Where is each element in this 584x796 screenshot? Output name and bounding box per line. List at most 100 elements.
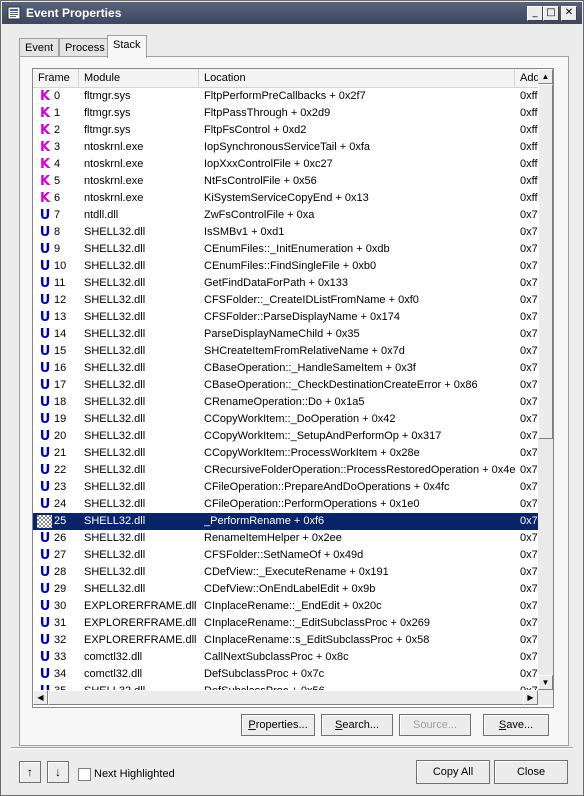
app-icon (7, 6, 21, 20)
frame-location: CDefView::_ExecuteRename + 0x191 (204, 566, 389, 578)
frame-module: EXPLORERFRAME.dll (84, 600, 197, 612)
stack-frame-row[interactable]: K 1 fltmgr.sys FltpPassThrough + 0x2d9 0xff (33, 105, 538, 122)
stack-frame-row[interactable]: U 15 SHELL32.dll SHCreateItemFromRelativeNa… (33, 343, 538, 360)
footer-separator (11, 747, 573, 749)
minimize-button[interactable]: _ (527, 6, 543, 21)
frame-address: 0xff (520, 192, 538, 204)
save-button[interactable]: Save... (483, 714, 549, 736)
stack-frame-row[interactable]: U 8 SHELL32.dll IsSMBv1 + 0xd1 0x7 (33, 224, 538, 241)
scroll-left-arrow[interactable]: ◀ (33, 690, 48, 705)
frame-number: 9 (54, 243, 61, 255)
event-properties-window: Event Properties _ □ ✕ Event Process Sta… (0, 0, 584, 796)
source-button[interactable]: Source... (399, 714, 471, 736)
frame-module: SHELL32.dll (84, 413, 146, 425)
title-bar[interactable]: Event Properties _ □ ✕ (2, 2, 582, 24)
stack-frame-row[interactable]: U 9 SHELL32.dll CEnumFiles::_InitEnumeratio… (33, 241, 538, 258)
stack-frame-row[interactable]: K 5 ntoskrnl.exe NtFsControlFile + 0x56 0xff (33, 173, 538, 190)
frame-mode-icon: U (39, 599, 51, 614)
vertical-scroll-thumb[interactable] (538, 84, 553, 439)
next-highlighted-label[interactable]: Next Highlighted (94, 768, 175, 780)
frame-mode-icon: U (39, 412, 51, 427)
scroll-down-arrow[interactable]: ▼ (538, 675, 553, 690)
stack-frame-row[interactable]: U 26 SHELL32.dll RenameItemHelper + 0x2ee 0x… (33, 530, 538, 547)
stack-frame-row[interactable]: U 14 SHELL32.dll ParseDisplayNameChild + 0x… (33, 326, 538, 343)
tab-event[interactable]: Event (19, 38, 60, 57)
stack-frame-row[interactable]: U 23 SHELL32.dll CFileOperation::PrepareAnd… (33, 479, 538, 496)
frame-address: 0x7 (520, 413, 538, 425)
frame-number: 12 (54, 294, 67, 306)
next-highlighted-checkbox[interactable] (78, 768, 91, 781)
horizontal-scrollbar[interactable]: ◀ ▶ (33, 690, 538, 705)
stack-frame-row[interactable]: U 18 SHELL32.dll CRenameOperation::Do + 0x1… (33, 394, 538, 411)
frame-address: 0x7 (520, 379, 538, 391)
next-event-button[interactable]: ↓ (47, 761, 69, 783)
frame-location: CRenameOperation::Do + 0x1a5 (204, 396, 365, 408)
stack-frame-row[interactable]: U 10 SHELL32.dll CEnumFiles::FindSingleFile… (33, 258, 538, 275)
stack-frame-row[interactable]: U 17 SHELL32.dll CBaseOperation::_CheckDest… (33, 377, 538, 394)
horizontal-scroll-thumb[interactable] (48, 690, 524, 705)
stack-frame-row[interactable]: U 34 comctl32.dll DefSubclassProc + 0x7c 0x7 (33, 666, 538, 683)
scroll-right-arrow[interactable]: ▶ (523, 690, 538, 705)
scroll-up-arrow[interactable]: ▲ (538, 69, 553, 84)
frame-number: 1 (54, 107, 61, 119)
tab-process[interactable]: Process (59, 38, 111, 57)
frame-module: SHELL32.dll (84, 396, 146, 408)
frame-location: FltpFsControl + 0xd2 (204, 124, 307, 136)
stack-frame-row[interactable]: U 20 SHELL32.dll CCopyWorkItem::_SetupAndPe… (33, 428, 538, 445)
maximize-button[interactable]: □ (543, 6, 559, 21)
stack-frame-row[interactable]: U 28 SHELL32.dll CDefView::_ExecuteRename +… (33, 564, 538, 581)
copy-all-button[interactable]: Copy All (416, 760, 490, 784)
frame-address: 0x7 (520, 566, 538, 578)
frame-address: 0x7 (520, 209, 538, 221)
frame-mode-icon: U (39, 480, 51, 495)
stack-frame-row[interactable]: K 3 ntoskrnl.exe IopSynchronousServiceTail … (33, 139, 538, 156)
stack-frame-row[interactable]: U 33 comctl32.dll CallNextSubclassProc + 0x… (33, 649, 538, 666)
stack-frame-row[interactable]: U 30 EXPLORERFRAME.dll CInplaceRename::_End… (33, 598, 538, 615)
stack-frame-row[interactable]: U 19 SHELL32.dll CCopyWorkItem::_DoOperatio… (33, 411, 538, 428)
column-header-address[interactable]: Address (515, 69, 538, 87)
frame-location: CInplaceRename::_EndEdit + 0x20c (204, 600, 382, 612)
stack-frame-row[interactable]: U 12 SHELL32.dll CFSFolder::_CreateIDListFr… (33, 292, 538, 309)
stack-frame-row[interactable]: U 21 SHELL32.dll CCopyWorkItem::ProcessWork… (33, 445, 538, 462)
stack-frame-row[interactable]: U 24 SHELL32.dll CFileOperation::PerformOpe… (33, 496, 538, 513)
stack-frame-row[interactable]: U 22 SHELL32.dll CRecursiveFolderOperation:… (33, 462, 538, 479)
stack-list[interactable]: Frame Module Location Address K0fltmgr.s… (32, 68, 554, 708)
stack-frame-row[interactable]: U 32 EXPLORERFRAME.dll CInplaceRename::s_Ed… (33, 632, 538, 649)
column-header-location[interactable]: Location (199, 69, 515, 87)
frame-number: 16 (54, 362, 67, 374)
previous-event-button[interactable]: ↑ (19, 761, 41, 783)
stack-frame-row[interactable]: U 31 EXPLORERFRAME.dll CInplaceRename::_Edi… (33, 615, 538, 632)
search-button[interactable]: Search... (321, 714, 393, 736)
frame-module: SHELL32.dll (84, 226, 146, 238)
frame-address: 0x7 (520, 600, 538, 612)
stack-frame-row[interactable]: U 7 ntdll.dll ZwFsControlFile + 0xa 0x7 (33, 207, 538, 224)
stack-frame-row[interactable]: U 29 SHELL32.dll CDefView::OnEndLabelEdit +… (33, 581, 538, 598)
frame-mode-icon: U (39, 548, 51, 563)
column-header-frame[interactable]: Frame (33, 69, 79, 87)
frame-number: 23 (54, 481, 67, 493)
column-header-module[interactable]: Module (79, 69, 199, 87)
frame-number: 19 (54, 413, 67, 425)
frame-mode-icon: U (39, 650, 51, 665)
frame-address: 0x7 (520, 277, 538, 289)
tab-stack[interactable]: Stack (107, 35, 147, 58)
stack-frame-row[interactable]: U 16 SHELL32.dll CBaseOperation::_HandleSam… (33, 360, 538, 377)
stack-frame-row[interactable]: K 6 ntoskrnl.exe KiSystemServiceCopyEnd + 0… (33, 190, 538, 207)
stack-frame-row[interactable]: 25 SHELL32.dll _PerformRename + 0xf6 0x7 (33, 513, 538, 530)
stack-frame-row[interactable]: U 11 SHELL32.dll GetFindDataForPath + 0x133… (33, 275, 538, 292)
properties-button[interactable]: Properties... (241, 714, 315, 736)
frame-number: 0 (54, 90, 61, 102)
stack-frame-row[interactable]: K 4 ntoskrnl.exe IopXxxControlFile + 0xc27 0… (33, 156, 538, 173)
frame-location: RenameItemHelper + 0x2ee (204, 532, 342, 544)
stack-frame-row[interactable]: U 13 SHELL32.dll CFSFolder::ParseDisplayNam… (33, 309, 538, 326)
frame-module: SHELL32.dll (84, 243, 146, 255)
frame-location: CDefView::OnEndLabelEdit + 0x9b (204, 583, 376, 595)
stack-frame-row[interactable]: K 2 fltmgr.sys FltpFsControl + 0xd2 0xff (33, 122, 538, 139)
close-window-button[interactable]: ✕ (561, 6, 577, 21)
close-button[interactable]: Close (494, 760, 568, 784)
stack-frame-row[interactable]: K 0 fltmgr.sys FltpPerformPreCallbacks + 0x… (33, 88, 538, 105)
vertical-scrollbar[interactable]: ▲ ▼ (538, 69, 553, 690)
frame-address: 0xff (520, 175, 538, 187)
stack-frame-row[interactable]: U 27 SHELL32.dll CFSFolder::SetNameOf + 0x4… (33, 547, 538, 564)
frame-location: CInplaceRename::_EditSubclassProc + 0x26… (204, 617, 430, 629)
